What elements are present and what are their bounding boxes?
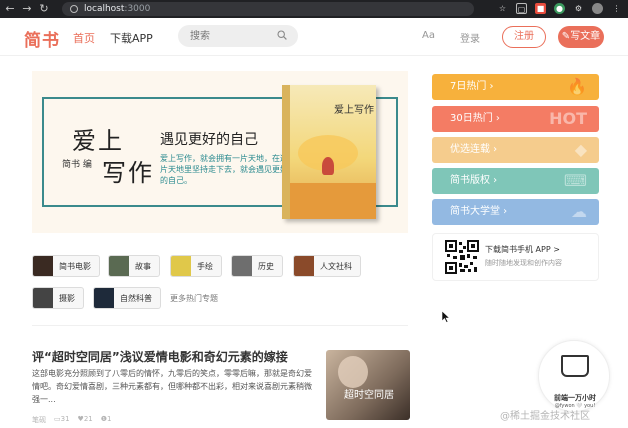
app-download-card[interactable]: 下载简书手机 APP > 随时随地发现和创作内容 [432, 233, 599, 281]
banner[interactable]: 爱上 写作 简书 编 遇见更好的自己 爱上写作，就会拥有一片天地，在这片天地里坚… [32, 71, 408, 233]
site-header: 简书 首页 下载APP Aa 登录 注册 ✎写文章 [0, 18, 628, 56]
board-university[interactable]: 简书大学堂 › ☁ [432, 199, 599, 225]
write-label: 写文章 [570, 31, 601, 42]
info-icon[interactable] [70, 5, 78, 13]
topic-image [171, 256, 191, 276]
thumbnail-text: 超时空同居 [344, 390, 394, 401]
app-download-title: 下载简书手机 APP > [485, 245, 560, 254]
pen-icon: ✎ [561, 31, 571, 42]
like-count: 21 [83, 415, 93, 423]
banner-editor: 简书 编 [62, 160, 92, 170]
topic-label: 人文社科 [320, 261, 352, 271]
topic-item[interactable]: 人文社科 [293, 255, 361, 277]
board-copyright[interactable]: 简书版权 › ⌨ [432, 168, 599, 194]
article-meta: 笔砚 ▭31 ♥21 ❶1 [32, 415, 112, 425]
topic-label: 手绘 [197, 261, 213, 271]
divider [32, 325, 408, 326]
reward-count: 1 [107, 415, 112, 423]
shield-icon[interactable]: ▢ [516, 3, 527, 14]
article-likes: ♥21 [78, 415, 93, 425]
diamond-icon: ◆ [574, 140, 587, 159]
nav-download-app[interactable]: 下载APP [110, 30, 153, 46]
reload-icon[interactable]: ↻ [37, 2, 51, 16]
forward-icon[interactable]: → [20, 2, 34, 16]
banner-title-line2: 写作 [102, 159, 154, 187]
search-icon[interactable] [277, 30, 287, 40]
topic-image [232, 256, 252, 276]
url-port: :3000 [124, 4, 151, 14]
board-7day-hot[interactable]: 7日热门 › 🔥 [432, 74, 599, 100]
coffee-mug-icon [561, 355, 589, 377]
topic-image [33, 256, 53, 276]
topic-item[interactable]: 简书电影 [32, 255, 100, 277]
board-serials[interactable]: 优选连载 › ◆ [432, 137, 599, 163]
mouse-cursor-icon [442, 311, 450, 323]
topic-label: 摄影 [59, 293, 75, 303]
topic-item[interactable]: 故事 [108, 255, 160, 277]
article-rewards: ❶1 [101, 415, 112, 425]
topic-image [33, 288, 53, 308]
address-bar[interactable]: localhost:3000 [62, 2, 474, 16]
login-link[interactable]: 登录 [460, 30, 480, 45]
comment-count: 31 [60, 415, 70, 423]
typewriter-icon: ⌨ [563, 171, 587, 190]
article-thumbnail[interactable]: 超时空同居 [326, 350, 410, 420]
topic-image [109, 256, 129, 276]
topic-item[interactable]: 摄影 [32, 287, 84, 309]
topic-image [294, 256, 314, 276]
board-label: 优选连载 [450, 144, 490, 155]
app-download-subtitle: 随时随地发现和创作内容 [485, 259, 562, 267]
topic-item[interactable]: 自然科普 [93, 287, 161, 309]
banner-slogan: 遇见更好的自己 [160, 132, 258, 148]
star-icon[interactable]: ☆ [497, 3, 508, 14]
write-article-button[interactable]: ✎写文章 [558, 26, 604, 48]
book-ground-illustration [290, 183, 376, 219]
banner-title-line1: 爱上 [72, 127, 124, 155]
menu-icon[interactable]: ⋮ [611, 3, 622, 14]
topic-image [94, 288, 114, 308]
topic-label: 历史 [258, 261, 274, 271]
floating-badge[interactable]: 前端一万小时 @fywon 🤍 you! [538, 340, 610, 412]
board-label: 30日热门 [450, 113, 493, 124]
article-author[interactable]: 笔砚 [32, 415, 46, 425]
book-cover: 爱上写作 [282, 85, 376, 219]
topic-label: 简书电影 [59, 261, 91, 271]
hot-icon: HOT [549, 109, 587, 128]
comment-icon: ▭ [54, 415, 61, 423]
topic-label: 自然科普 [120, 293, 152, 303]
board-30day-hot[interactable]: 30日热门 › HOT [432, 106, 599, 132]
topic-item[interactable]: 历史 [231, 255, 283, 277]
badge-text: 前端一万小时 [554, 394, 596, 402]
book-spine [282, 85, 290, 219]
more-topics-link[interactable]: 更多热门专题 [170, 293, 218, 304]
browser-toolbar: ← → ↻ localhost:3000 ☆ ▢ ■ ● ⚙ ⋮ [0, 0, 628, 18]
back-icon[interactable]: ← [3, 2, 17, 16]
watermark: @稀土掘金技术社区 [500, 411, 590, 422]
board-label: 简书大学堂 [450, 206, 500, 217]
banner-description: 爱上写作，就会拥有一片天地，在这片天地里坚持走下去，就会遇见更好的自己。 [160, 154, 288, 185]
nav-home[interactable]: 首页 [73, 30, 95, 46]
article-comments[interactable]: ▭31 [54, 415, 70, 425]
register-button[interactable]: 注册 [502, 26, 546, 48]
fire-icon: 🔥 [567, 77, 587, 96]
board-label: 7日热门 [450, 81, 487, 92]
avatar-icon[interactable] [592, 3, 603, 14]
article-title[interactable]: 评“超时空同居”浅议爱情电影和奇幻元素的嫁接 [32, 348, 288, 365]
book-title: 爱上写作 [334, 105, 374, 116]
qr-code-icon [445, 240, 479, 274]
extension-bar: ☆ ▢ ■ ● ⚙ ⋮ [497, 3, 622, 14]
extension-icon[interactable]: ● [554, 3, 565, 14]
article-abstract: 这部电影充分照顾到了八零后的情怀，九零后的笑点，零零后嘛，那就是奇幻爱情吧。奇幻… [32, 369, 312, 404]
font-size-toggle[interactable]: Aa [422, 30, 435, 41]
cloud-icon: ☁ [571, 202, 587, 221]
settings-icon[interactable]: ⚙ [573, 3, 584, 14]
url-host: localhost [84, 4, 125, 14]
puzzle-icon[interactable]: ■ [535, 3, 546, 14]
topic-label: 故事 [135, 261, 151, 271]
logo[interactable]: 简书 [24, 26, 60, 51]
board-label: 简书版权 [450, 175, 490, 186]
topic-item[interactable]: 手绘 [170, 255, 222, 277]
thumbnail-illustration [338, 356, 368, 388]
book-girl-illustration [322, 157, 334, 175]
